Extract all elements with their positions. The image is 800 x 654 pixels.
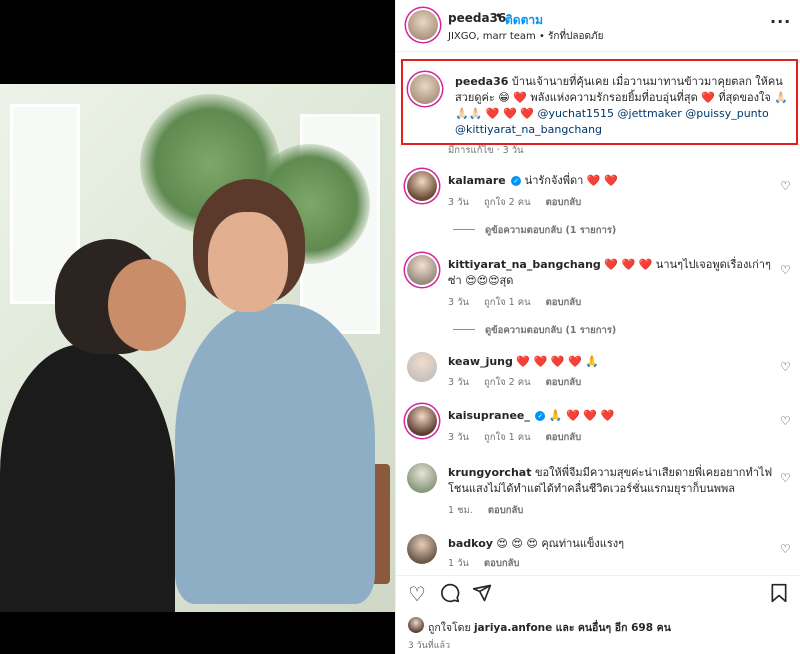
more-icon[interactable]: ··· [770, 12, 791, 31]
heart-icon[interactable]: ♡ [780, 263, 791, 277]
reply-button[interactable]: ตอบกลับ [484, 558, 520, 569]
heart-icon[interactable]: ♡ [780, 179, 791, 193]
person-shape [0, 344, 175, 612]
mention-link[interactable]: @jettmaker [618, 107, 682, 120]
dress-shape [175, 304, 375, 604]
mention-link[interactable]: @yuchat1515 [537, 107, 614, 120]
comment-text: kittiyarat_na_bangchang ❤️ ❤️ ❤️ นานๆไปเ… [448, 257, 778, 289]
comment-meta: 1 วัน ตอบกลับ [448, 556, 531, 571]
comment-meta: 1 ชม. ตอบกลับ [448, 503, 535, 518]
heart-icon[interactable]: ♡ [780, 414, 791, 428]
comment-likes[interactable]: ถูกใจ 1 คน [484, 432, 531, 443]
reply-button[interactable]: ตอบกลับ [546, 432, 582, 443]
avatar[interactable] [407, 463, 437, 493]
caption-text: peeda36 บ้านเจ้านายที่คุ้นเคย เมื่อวานมา… [455, 74, 790, 138]
comments-list[interactable]: peeda36 บ้านเจ้านายที่คุ้นเคย เมื่อวานมา… [396, 53, 800, 575]
comment-time[interactable]: 3 วัน [448, 197, 469, 208]
heart-icon[interactable]: ♡ [780, 360, 791, 374]
caption-username[interactable]: peeda36 [455, 75, 508, 88]
caption-highlight: peeda36 บ้านเจ้านายที่คุ้นเคย เมื่อวานมา… [401, 59, 798, 145]
comment-body: 🙏 ❤️ ❤️ ❤️ [548, 409, 615, 422]
comment-likes[interactable]: ถูกใจ 1 คน [484, 297, 531, 308]
comment-body: น่ารักจังพี่ดา ❤️ ❤️ [524, 174, 618, 187]
reply-button[interactable]: ตอบกลับ [488, 505, 524, 516]
comment-likes[interactable]: ถูกใจ 2 คน [484, 377, 531, 388]
comment-time[interactable]: 1 ชม. [448, 505, 473, 516]
likes-others[interactable]: คนอื่นๆ อีก 698 คน [578, 622, 671, 634]
avatar[interactable] [407, 352, 437, 382]
comment-username[interactable]: kalamare [448, 174, 506, 187]
avatar[interactable] [408, 10, 438, 40]
caption-meta: มีการแก้ไข · 3 วัน [448, 145, 524, 156]
comment-body: ❤️ ❤️ ❤️ ❤️ 🙏 [516, 355, 599, 368]
comment-text: keaw_jung ❤️ ❤️ ❤️ ❤️ 🙏 [448, 354, 778, 370]
likes-user[interactable]: jariya.anfone [474, 622, 552, 634]
avatar[interactable] [407, 534, 437, 564]
face-shape [108, 259, 186, 351]
avatar[interactable] [407, 171, 437, 201]
post-actions: ♡ ถูกใจโดย jariya.anfone และ คนอื่นๆ อีก… [396, 575, 800, 654]
post-photo[interactable] [0, 84, 395, 612]
follow-button[interactable]: ติดตาม [505, 11, 543, 30]
comment-text: badkoy 😍 😍 😍 คุณท่านแข็งแรงๆ [448, 536, 778, 552]
post-media [0, 0, 395, 654]
comment-meta: 3 วัน ถูกใจ 2 คน ตอบกลับ [448, 375, 593, 390]
likes-middle: และ [555, 622, 575, 634]
comment-meta: 3 วัน ถูกใจ 1 คน ตอบกลับ [448, 295, 593, 310]
comment-username[interactable]: kaisupranee_ [448, 409, 530, 422]
bookmark-icon[interactable] [770, 583, 788, 607]
comment-meta: 3 วัน ถูกใจ 2 คน ตอบกลับ [448, 195, 593, 210]
avatar[interactable] [408, 617, 424, 633]
comment-time[interactable]: 3 วัน [448, 432, 469, 443]
comment-username[interactable]: krungyorchat [448, 466, 531, 479]
share-icon[interactable] [472, 583, 492, 607]
heart-icon[interactable]: ♡ [780, 542, 791, 556]
post-panel: peeda36 • ติดตาม JIXGO, marr team • รักท… [395, 0, 800, 654]
separator-dot: • [495, 9, 503, 23]
mention-link[interactable]: @puissy_punto [685, 107, 768, 120]
comment-meta: 3 วัน ถูกใจ 1 คน ตอบกลับ [448, 430, 593, 445]
comment-time[interactable]: 3 วัน [448, 297, 469, 308]
avatar[interactable] [407, 406, 437, 436]
mention-link[interactable]: @kittiyarat_na_bangchang [455, 123, 602, 136]
comment-time[interactable]: 3 วัน [448, 377, 469, 388]
comment-username[interactable]: kittiyarat_na_bangchang [448, 258, 601, 271]
reply-button[interactable]: ตอบกลับ [546, 377, 582, 388]
view-replies-button[interactable]: ดูข้อความตอบกลับ (1 รายการ) [453, 223, 616, 238]
heart-icon[interactable]: ♡ [408, 583, 426, 605]
comment-username[interactable]: badkoy [448, 537, 493, 550]
comment-text: krungyorchat ขอให้พี่จีมมีความสุขค่ะน่าเ… [448, 465, 778, 497]
comment-username[interactable]: keaw_jung [448, 355, 513, 368]
view-replies-button[interactable]: ดูข้อความตอบกลับ (1 รายการ) [453, 323, 616, 338]
avatar[interactable] [407, 255, 437, 285]
likes-prefix: ถูกใจโดย [428, 622, 471, 634]
reply-button[interactable]: ตอบกลับ [546, 297, 582, 308]
avatar[interactable] [410, 74, 440, 104]
verified-icon: ✓ [535, 411, 546, 421]
post-time[interactable]: 3 วันที่แล้ว [408, 638, 450, 652]
heart-icon[interactable]: ♡ [780, 471, 791, 485]
comment-text: kalamare ✓ น่ารักจังพี่ดา ❤️ ❤️ [448, 173, 778, 189]
face-shape [208, 212, 288, 312]
comment-icon[interactable] [440, 583, 460, 607]
comment-text: kaisupranee_ ✓ 🙏 ❤️ ❤️ ❤️ [448, 408, 778, 424]
verified-icon: ✓ [511, 176, 522, 186]
comment-likes[interactable]: ถูกใจ 2 คน [484, 197, 531, 208]
comment-body: 😍 😍 😍 คุณท่านแข็งแรงๆ [496, 537, 625, 550]
comment-time[interactable]: 1 วัน [448, 558, 469, 569]
header-subtitle[interactable]: JIXGO, marr team • รักที่ปลอดภัย [448, 29, 603, 44]
reply-button[interactable]: ตอบกลับ [546, 197, 582, 208]
post-header: peeda36 • ติดตาม JIXGO, marr team • รักท… [396, 0, 800, 52]
likes-summary[interactable]: ถูกใจโดย jariya.anfone และ คนอื่นๆ อีก 6… [428, 619, 671, 636]
